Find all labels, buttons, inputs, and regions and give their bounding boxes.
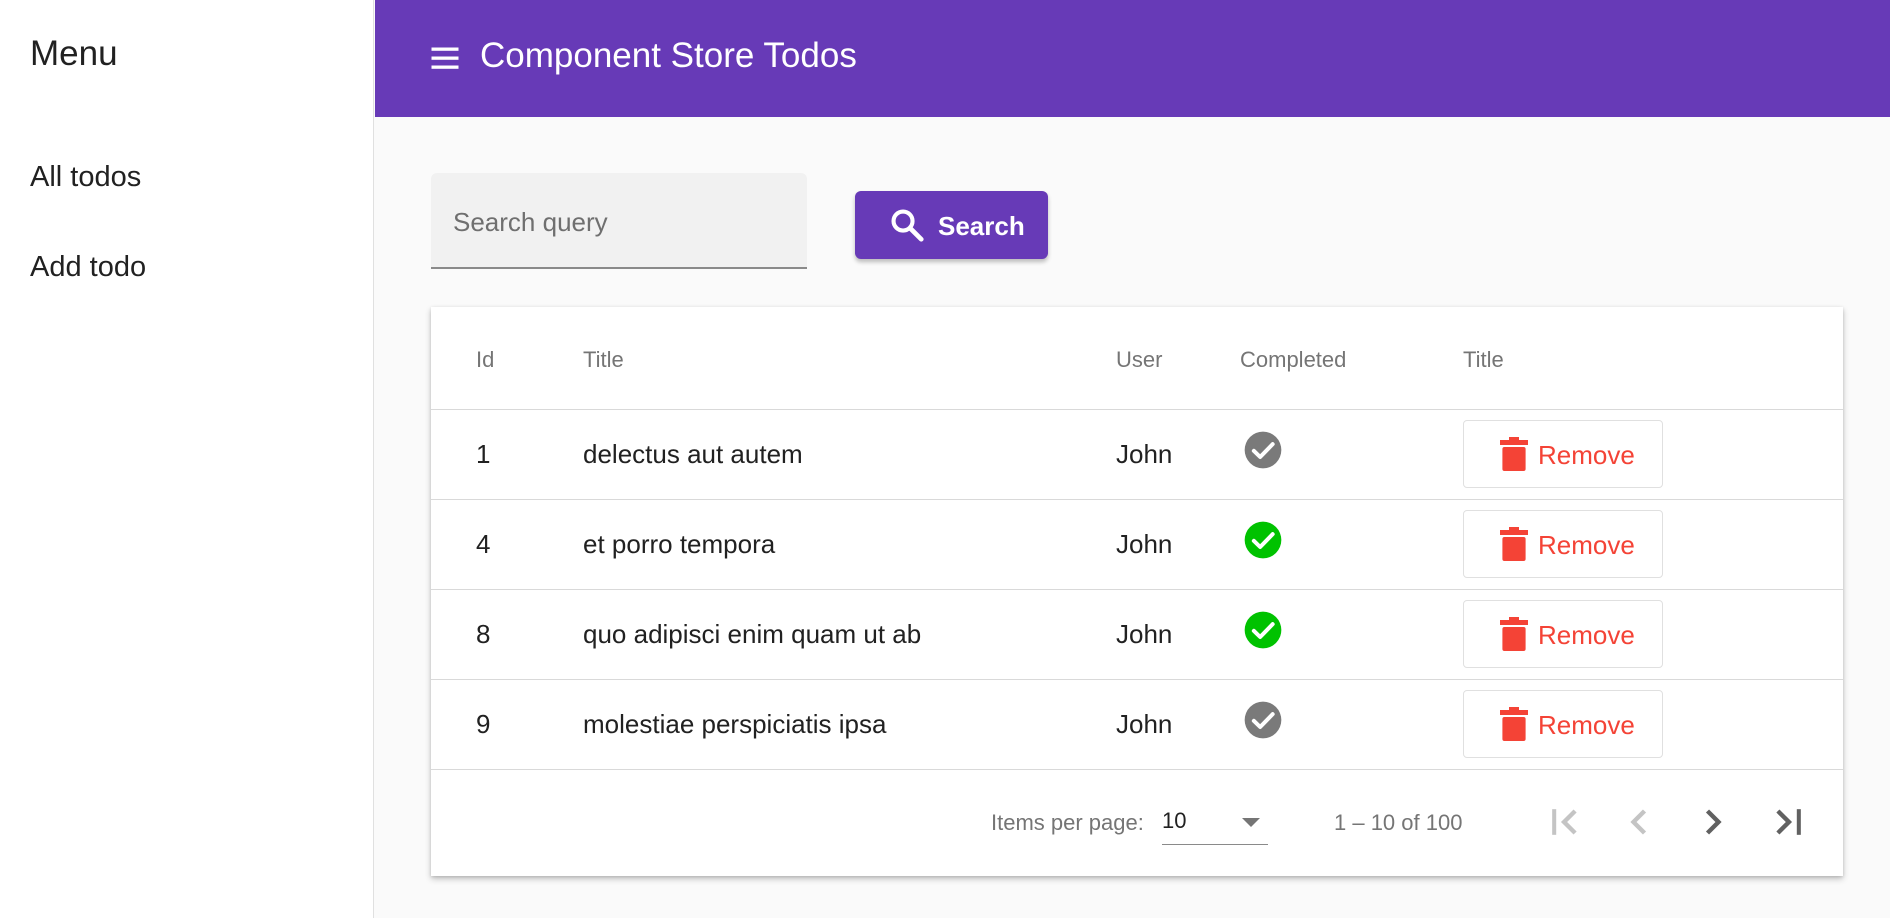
search-field[interactable] <box>431 173 807 269</box>
remove-button[interactable]: Remove <box>1463 510 1663 578</box>
items-per-page-label: Items per page: <box>991 810 1144 835</box>
cell-id: 9 <box>476 709 491 739</box>
first-page-icon[interactable] <box>1543 800 1587 844</box>
next-page-icon[interactable] <box>1691 800 1735 844</box>
table-header-row: Id Title User Completed Title <box>431 307 1843 410</box>
remove-button[interactable]: Remove <box>1463 420 1663 488</box>
column-header-id: Id <box>476 347 495 372</box>
top-toolbar: Component Store Todos <box>375 0 1890 117</box>
cell-title: delectus aut autem <box>583 439 803 469</box>
cell-id: 1 <box>476 439 491 469</box>
cell-title: quo adipisci enim quam ut ab <box>583 619 922 649</box>
trash-icon <box>1500 437 1528 471</box>
previous-page-icon[interactable] <box>1617 800 1661 844</box>
items-per-page-select[interactable]: 10 <box>1162 802 1268 845</box>
cell-user: John <box>1116 439 1173 469</box>
search-button[interactable]: Search <box>855 191 1048 259</box>
todos-table: Id Title User Completed Title 1 delectus… <box>431 307 1843 876</box>
last-page-icon[interactable] <box>1766 800 1810 844</box>
remove-button[interactable]: Remove <box>1463 690 1663 758</box>
items-per-page-value: 10 <box>1162 808 1187 833</box>
cell-user: John <box>1116 619 1173 649</box>
search-icon <box>891 209 924 242</box>
paginator: Items per page: 10 1 – 10 of 100 <box>431 770 1843 876</box>
column-header-user: User <box>1116 347 1163 372</box>
sidebar-item-all-todos[interactable]: All todos <box>30 157 141 197</box>
cell-user: John <box>1116 529 1173 559</box>
column-header-completed: Completed <box>1240 347 1347 372</box>
check-circle-icon <box>1244 701 1282 739</box>
search-button-label: Search <box>938 211 1025 241</box>
column-header-title: Title <box>583 347 624 372</box>
table-row: 4 et porro tempora John Remove <box>431 500 1843 590</box>
page-title: Component Store Todos <box>480 36 857 75</box>
cell-id: 4 <box>476 529 491 559</box>
check-circle-icon <box>1244 611 1282 649</box>
cell-user: John <box>1116 709 1173 739</box>
trash-icon <box>1500 617 1528 651</box>
cell-title: molestiae perspiciatis ipsa <box>583 709 887 739</box>
table-row: 9 molestiae perspiciatis ipsa John Remov… <box>431 680 1843 770</box>
trash-icon <box>1500 707 1528 741</box>
sidebar: Menu All todos Add todo <box>0 0 374 918</box>
search-input[interactable] <box>451 203 785 241</box>
page-range-label: 1 – 10 of 100 <box>1334 810 1463 835</box>
check-circle-icon <box>1244 431 1282 469</box>
remove-button-label: Remove <box>1538 620 1635 650</box>
sidebar-item-add-todo[interactable]: Add todo <box>30 247 146 287</box>
app: Menu All todos Add todo Component Store … <box>0 0 1890 918</box>
menu-icon[interactable] <box>425 40 465 76</box>
cell-title: et porro tempora <box>583 529 776 559</box>
table-row: 1 delectus aut autem John Remove <box>431 410 1843 500</box>
remove-button-label: Remove <box>1538 710 1635 740</box>
sidebar-title: Menu <box>30 34 118 73</box>
cell-id: 8 <box>476 619 491 649</box>
column-header-actions: Title <box>1463 347 1504 372</box>
check-circle-icon <box>1244 521 1282 559</box>
dropdown-arrow-icon <box>1242 818 1260 827</box>
remove-button-label: Remove <box>1538 530 1635 560</box>
remove-button[interactable]: Remove <box>1463 600 1663 668</box>
remove-button-label: Remove <box>1538 440 1635 470</box>
table-row: 8 quo adipisci enim quam ut ab John Remo… <box>431 590 1843 680</box>
trash-icon <box>1500 527 1528 561</box>
